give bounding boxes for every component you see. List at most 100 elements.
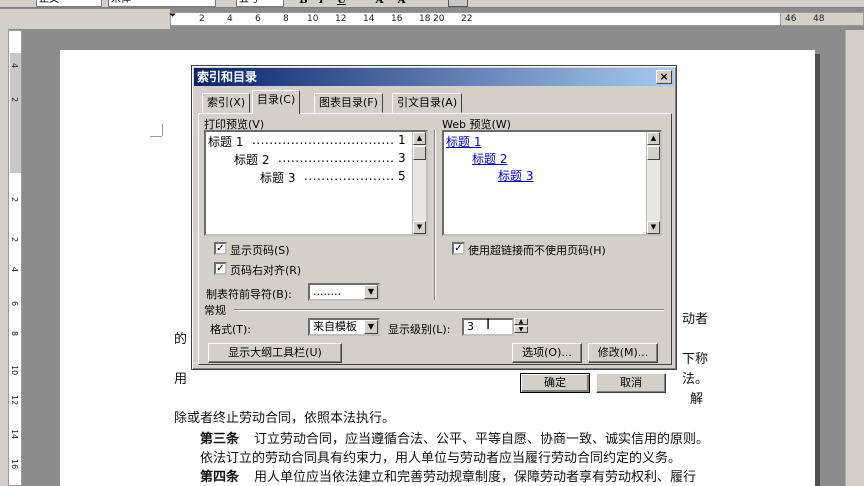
style-combo[interactable]: 正文: [36, 0, 102, 7]
cancel-button[interactable]: 取消: [596, 373, 666, 393]
options-button[interactable]: 选项(O)...: [512, 343, 582, 363]
use-hyperlinks-checkbox[interactable]: ✓: [452, 242, 465, 255]
ruler-tick: 12: [335, 14, 347, 24]
doc-text-fragment: 用: [174, 372, 188, 387]
font-size-combo[interactable]: 五号: [236, 0, 284, 7]
toc-leader-dots: ......................................: [278, 151, 394, 165]
doc-text-fragment: 动者: [682, 312, 709, 327]
tab-table-of-authorities[interactable]: 引文目录(A): [392, 93, 463, 113]
formats-value: 来自模板: [313, 320, 357, 333]
ruler-tick: 10: [10, 365, 19, 376]
doc-text-fragment: 解: [690, 392, 704, 407]
ruler-left-area: [0, 9, 170, 29]
show-page-numbers-checkbox[interactable]: ✓: [214, 242, 227, 255]
dropdown-arrow-icon[interactable]: ▼: [364, 320, 378, 334]
show-levels-label: 显示级别(L):: [388, 323, 451, 336]
general-label: 常规: [204, 304, 226, 317]
ruler-tick: 22: [461, 14, 473, 24]
doc-paragraph-line: 除或者终止劳动合同，依照本法执行。: [174, 411, 396, 426]
doc-paragraph-line: 订立劳动合同，应当遵循合法、公平、平等自愿、协商一致、诚实信用的原则。: [254, 432, 710, 447]
doc-text-fragment: 的: [174, 332, 188, 347]
index-and-tables-dialog: 索引和目录 × 索引(X) 目录(C) 图表目录(F) 引文目录(A) 打印预览…: [191, 65, 677, 370]
ruler-tick: 2: [10, 197, 19, 203]
doc-paragraph-line: 用人单位应当依法建立和完善劳动规章制度，保障劳动者享有劳动权利、履行: [254, 470, 697, 485]
show-outline-toolbar-button[interactable]: 显示大纲工具栏(U): [208, 343, 342, 363]
indent-marker-icon[interactable]: ⏷: [169, 11, 176, 21]
dialog-title: 索引和目录: [197, 70, 258, 84]
underline-button[interactable]: U: [334, 0, 349, 7]
crop-mark: [162, 124, 163, 136]
horizontal-ruler[interactable]: 2 4 6 8 10 12 14 16 18 20 22 ⏷: [169, 11, 810, 26]
formatting-toolbar: 正文 宋体 五号 B I U A A: [0, 0, 864, 8]
article-heading: 第四条: [200, 470, 240, 485]
spin-down-icon[interactable]: ▼: [514, 326, 528, 333]
left-margin-strip: [0, 29, 8, 486]
ruler-tick: 6: [255, 14, 261, 24]
print-preview-box: 标题 1 ...................................…: [204, 130, 428, 236]
print-preview-scrollbar[interactable]: ▲ ▼: [412, 132, 426, 234]
scroll-up-icon[interactable]: ▲: [413, 132, 426, 145]
modify-button[interactable]: 修改(M)...: [588, 343, 658, 363]
crop-mark: [150, 136, 162, 137]
web-toc-link-level-3[interactable]: 标题 3: [498, 167, 533, 184]
text-cursor-icon: I: [486, 317, 491, 333]
toc-leader-dots: ........................................…: [252, 133, 394, 147]
web-toc-link-level-1[interactable]: 标题 1: [446, 133, 481, 150]
web-preview-box: 标题 1 标题 2 标题 3 ▲ ▼: [442, 130, 662, 236]
italic-button[interactable]: I: [314, 0, 329, 7]
scroll-thumb[interactable]: [413, 146, 426, 160]
document-vertical-scrollbar[interactable]: [845, 30, 864, 486]
ruler-tick: 4: [227, 14, 233, 24]
bold-button[interactable]: B: [296, 0, 311, 7]
doc-paragraph-line: 依法订立的劳动合同具有约束力，用人单位与劳动者应当履行劳动合同约定的义务。: [200, 451, 682, 466]
general-divider: [234, 309, 664, 311]
scroll-up-icon[interactable]: ▲: [647, 132, 660, 145]
use-hyperlinks-label[interactable]: 使用超链接而不使用页码(H): [468, 242, 606, 258]
dialog-titlebar[interactable]: 索引和目录 ×: [194, 68, 674, 86]
web-toc-link-level-2[interactable]: 标题 2: [472, 150, 507, 167]
tab-index[interactable]: 索引(X): [202, 93, 251, 113]
vertical-ruler[interactable]: 4 2 2 2 4 6 8 10 12 14 16: [8, 30, 22, 486]
right-align-page-numbers-checkbox[interactable]: ✓: [214, 262, 227, 275]
close-button[interactable]: ×: [656, 70, 672, 84]
show-page-numbers-label[interactable]: 显示页码(S): [230, 242, 290, 258]
ruler-tick: 4: [10, 63, 19, 69]
show-levels-value: 3: [467, 320, 474, 333]
spin-up-icon[interactable]: ▲: [514, 318, 528, 325]
scroll-down-icon[interactable]: ▼: [647, 221, 660, 234]
tab-table-of-figures[interactable]: 图表目录(F): [314, 93, 383, 113]
web-preview-scrollbar[interactable]: ▲ ▼: [646, 132, 660, 234]
font-combo[interactable]: 宋体: [108, 0, 216, 7]
scroll-down-icon[interactable]: ▼: [413, 221, 426, 234]
formats-label: 格式(T):: [210, 323, 252, 336]
toc-entry-level-3: 标题 3: [260, 171, 296, 185]
ruler-tick: 8: [283, 14, 289, 24]
scroll-thumb[interactable]: [647, 146, 660, 160]
dropdown-arrow-icon[interactable]: ▼: [364, 285, 378, 299]
toc-entry-level-2: 标题 2: [234, 153, 270, 167]
ruler-tick: 46: [785, 14, 797, 24]
toc-entry-level-1: 标题 1: [208, 135, 244, 149]
tab-leader-combo[interactable]: ........ ▼: [308, 283, 380, 301]
ruler-tick: 2: [10, 237, 19, 243]
page-shadow: [815, 54, 820, 486]
right-align-page-numbers-label[interactable]: 页码右对齐(R): [230, 262, 301, 278]
ruler-tick: 48: [813, 14, 825, 24]
align-icon[interactable]: [448, 0, 468, 7]
tab-table-of-contents[interactable]: 目录(C): [252, 90, 301, 114]
toc-page-number: 3: [398, 151, 406, 165]
ruler-tick: 12: [10, 395, 19, 406]
tab-leader-value: ........: [313, 285, 341, 298]
doc-text-fragment: 下称: [682, 352, 709, 367]
ruler-tick: 2: [10, 97, 19, 103]
formats-combo[interactable]: 来自模板 ▼: [308, 318, 380, 336]
ruler-tick: 16: [391, 14, 403, 24]
font-color-button[interactable]: A: [394, 0, 409, 7]
ruler-tick: 20: [433, 14, 445, 24]
toc-page-number: 1: [398, 133, 406, 147]
toc-page-number: 5: [398, 169, 406, 183]
ruler-tick: 18: [419, 14, 431, 24]
doc-text-fragment: 法。: [682, 372, 709, 387]
ok-button[interactable]: 确定: [520, 373, 590, 393]
highlight-button[interactable]: A: [372, 0, 387, 7]
